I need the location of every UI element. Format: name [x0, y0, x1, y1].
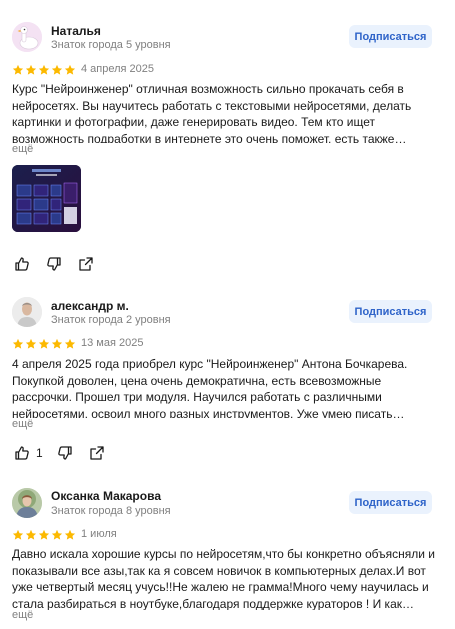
star-icon — [38, 64, 50, 75]
reviewer-level: Знаток города 8 уровня — [51, 505, 171, 517]
reviewer-level: Знаток города 5 уровня — [51, 39, 171, 51]
review-text: 4 апреля 2025 года приобрел курс "Нейрои… — [12, 357, 408, 418]
review-text: Давно искала хорошие курсы по нейросетям… — [12, 547, 436, 610]
person-avatar-image — [12, 488, 42, 518]
subscribe-button[interactable]: Подписаться — [349, 300, 432, 323]
star-icon — [64, 529, 76, 540]
like-button[interactable] — [13, 444, 31, 462]
rating-stars — [12, 64, 76, 76]
rating-stars — [12, 529, 76, 541]
review-actions: 1 — [13, 444, 106, 462]
reviewer-name[interactable]: александр м. — [51, 299, 129, 313]
dislike-icon — [57, 446, 72, 460]
like-count: 1 — [36, 446, 43, 460]
star-icon — [64, 338, 76, 349]
avatar[interactable] — [12, 22, 42, 52]
share-icon — [90, 446, 104, 460]
like-icon — [15, 257, 29, 271]
like-button[interactable] — [13, 255, 31, 273]
subscribe-button[interactable]: Подписаться — [349, 25, 432, 48]
expand-more-link[interactable]: ещё — [12, 418, 33, 430]
dislike-icon — [47, 257, 61, 271]
star-icon — [64, 64, 76, 75]
reviewer-name[interactable]: Наталья — [51, 24, 101, 38]
review-date: 13 мая 2025 — [81, 337, 144, 349]
reviewer-name[interactable]: Оксанка Макарова — [51, 489, 161, 503]
goose-avatar-image — [12, 22, 42, 52]
share-icon — [79, 257, 93, 271]
like-icon — [15, 446, 29, 460]
dislike-button[interactable] — [45, 255, 63, 273]
share-button[interactable] — [88, 444, 106, 462]
review-card: Наталья Знаток города 5 уровня Подписать… — [0, 0, 455, 280]
expand-more-link[interactable]: ещё — [12, 143, 33, 155]
star-icon — [25, 529, 37, 540]
star-icon — [51, 529, 63, 540]
avatar[interactable] — [12, 297, 42, 327]
review-text: Курс "Нейроинженер" отличная возможность… — [12, 82, 412, 143]
expand-more-link[interactable]: ещё — [12, 609, 33, 621]
subscribe-button[interactable]: Подписаться — [349, 491, 432, 514]
star-icon — [51, 64, 63, 75]
rating-stars — [12, 338, 76, 350]
course-poster-image — [12, 165, 81, 232]
review-date: 4 апреля 2025 — [81, 63, 155, 75]
share-button[interactable] — [77, 255, 95, 273]
review-actions — [13, 255, 95, 273]
star-icon — [25, 338, 37, 349]
review-card: Оксанка Макарова Знаток города 8 уровня … — [0, 480, 455, 629]
star-icon — [12, 338, 24, 349]
dislike-button[interactable] — [56, 444, 74, 462]
star-icon — [51, 338, 63, 349]
star-icon — [25, 64, 37, 75]
star-icon — [38, 338, 50, 349]
star-icon — [38, 529, 50, 540]
person-avatar-image — [12, 297, 42, 327]
review-photo[interactable] — [12, 165, 81, 232]
star-icon — [12, 529, 24, 540]
star-icon — [12, 64, 24, 75]
reviewer-level: Знаток города 2 уровня — [51, 314, 171, 326]
review-date: 1 июля — [81, 528, 117, 540]
review-card: александр м. Знаток города 2 уровня Подп… — [0, 280, 455, 480]
avatar[interactable] — [12, 488, 42, 518]
